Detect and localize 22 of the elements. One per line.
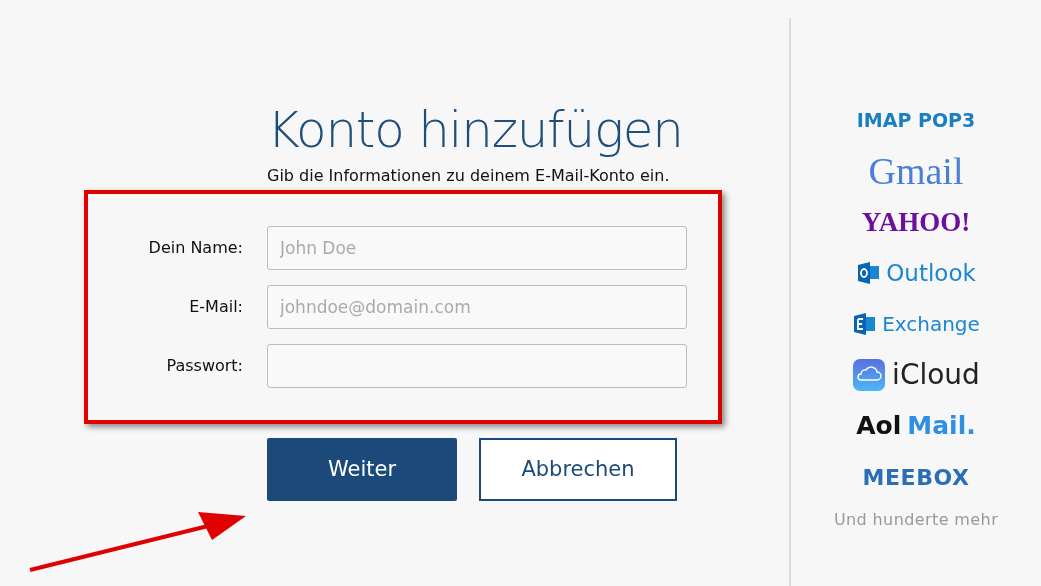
cloud-icon [852,358,887,392]
description: Gib die Informationen zu deinem E-Mail-Konto ein. [267,165,671,187]
field-label: Passwort: [165,355,243,377]
page-title: Konto hinzufügen [267,100,684,160]
field-label: E-Mail: [188,296,243,318]
provider-name: IMAP POP3 [856,107,976,133]
provider-name: Aol [856,410,902,443]
field-label: Dein Name: [147,237,243,259]
providers-note: Und hunderte mehr [833,509,999,531]
provider-name: MEEBOX [862,463,970,492]
cancel-button[interactable]: Abbrechen [479,438,677,501]
input-field[interactable]: johndoe@domain.com [267,285,687,329]
provider-name: iCloud [892,357,980,393]
provider-name: Exchange [882,311,980,338]
provider-name: Mail. [907,410,976,443]
input-field[interactable] [267,344,687,388]
provider-name: Outlook [886,258,976,288]
outlook-icon [856,261,881,285]
exchange-icon [852,312,877,336]
provider-name: Gmail [868,152,964,190]
next-button[interactable]: Weiter [267,438,457,501]
provider-name: YAHOO! [861,208,971,236]
